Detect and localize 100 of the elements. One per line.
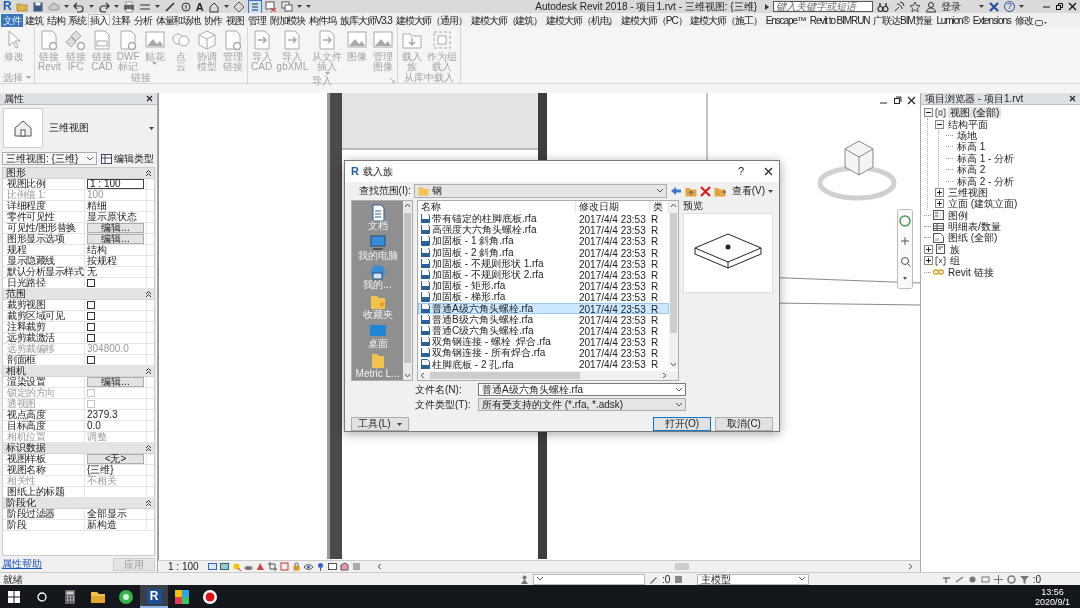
- ribbon-tab[interactable]: 附加模块: [267, 14, 308, 27]
- drag-icon[interactable]: [993, 574, 1003, 584]
- caret-icon[interactable]: [768, 189, 773, 193]
- ribbon-tab[interactable]: 构件坞: [307, 14, 338, 27]
- detail-level-icon[interactable]: [207, 562, 217, 571]
- tree-item[interactable]: 图例: [946, 209, 970, 221]
- ribbon-tab[interactable]: 建模大师（机电）: [544, 14, 620, 27]
- ribbon-tab[interactable]: 建筑: [22, 14, 45, 27]
- close-icon[interactable]: [1068, 2, 1077, 11]
- sign-in-link[interactable]: 登录: [941, 0, 961, 13]
- tree-item[interactable]: 立面 (建筑立面): [946, 198, 1020, 210]
- house-icon[interactable]: [207, 0, 220, 13]
- ribbon-tab[interactable]: 结构: [44, 14, 67, 27]
- expander-icon[interactable]: [935, 119, 944, 129]
- switch-windows-icon[interactable]: [280, 0, 293, 13]
- ribbon-tab[interactable]: 修改: [1012, 14, 1035, 27]
- tree-item[interactable]: 结构平面: [946, 118, 990, 130]
- tree-item[interactable]: 图纸 (全部): [946, 232, 1000, 244]
- tools-button[interactable]: 工具(L): [351, 417, 409, 431]
- close-icon[interactable]: [1069, 95, 1076, 102]
- file-row[interactable]: 加固板 - 2 斜角.rfa 2017/4/4 23:53 R: [418, 246, 669, 258]
- sun-path-icon[interactable]: [231, 562, 241, 571]
- caret-icon[interactable]: [154, 5, 160, 8]
- ribbon-tab[interactable]: 插入: [88, 14, 111, 27]
- close-windows-icon[interactable]: [264, 0, 277, 13]
- tree-item[interactable]: 视图 (全部): [948, 107, 1002, 119]
- ribbon-tab[interactable]: Revit to BIMRUN: [807, 14, 872, 27]
- ribbon-tab[interactable]: 分析: [131, 14, 154, 27]
- tree-item[interactable]: 场地: [955, 129, 979, 141]
- look-in-dropdown[interactable]: 钢: [413, 184, 667, 198]
- star-icon[interactable]: [909, 0, 921, 13]
- checkbox[interactable]: [87, 323, 95, 331]
- file-row[interactable]: 高强度大六角头螺栓.rfa 2017/4/4 23:53 R: [418, 224, 669, 236]
- caret-icon[interactable]: [979, 5, 984, 8]
- checkbox[interactable]: [87, 279, 95, 287]
- pinned-icon[interactable]: [967, 574, 977, 584]
- group-header[interactable]: 相机: [3, 366, 154, 377]
- value-field[interactable]: 1 : 100: [87, 179, 144, 189]
- ribbon-tab[interactable]: Enscape™: [763, 14, 808, 27]
- ribbon-tab[interactable]: 管理: [245, 14, 268, 27]
- text-tool-button[interactable]: A: [195, 0, 204, 13]
- crop-region-icon[interactable]: [279, 562, 289, 571]
- tree-item[interactable]: 标高 1: [955, 141, 988, 153]
- checkbox[interactable]: [87, 356, 95, 364]
- edit-button[interactable]: 编辑...: [87, 223, 144, 233]
- file-type-dropdown[interactable]: 所有受支持的文件 (*.rfa, *.adsk): [478, 398, 686, 411]
- worksets-icon[interactable]: [520, 574, 529, 584]
- ribbon-tab[interactable]: 文件: [1, 14, 23, 27]
- expander-icon[interactable]: [924, 256, 933, 266]
- crop-icon[interactable]: [267, 562, 277, 571]
- file-row[interactable]: 普通A级六角头螺栓.rfa 2017/4/4 23:53 R: [418, 302, 669, 314]
- ribbon-tab[interactable]: 协作: [202, 14, 224, 27]
- help-button[interactable]: ?: [737, 165, 744, 178]
- close-icon[interactable]: [764, 167, 773, 176]
- ribbon-tab[interactable]: 注释: [110, 14, 132, 27]
- measure-icon[interactable]: [163, 0, 176, 13]
- view-scale[interactable]: 1 : 100: [168, 560, 199, 572]
- file-row[interactable]: 带有锚定的柱脚底板.rfa 2017/4/4 23:53 R: [418, 213, 669, 225]
- checkbox[interactable]: [87, 312, 95, 320]
- clock-time[interactable]: 13:56: [1041, 586, 1064, 597]
- edit-button[interactable]: 编辑...: [87, 377, 144, 387]
- visual-style-icon[interactable]: [219, 562, 229, 571]
- column-header[interactable]: 修改日期: [576, 201, 650, 213]
- restore-icon[interactable]: [1055, 2, 1064, 11]
- ribbon-tab[interactable]: 建模大师（建筑）: [468, 14, 545, 27]
- caret-icon[interactable]: [113, 5, 119, 8]
- restore-icon[interactable]: [893, 96, 902, 105]
- checkbox[interactable]: [87, 334, 95, 342]
- tree-item[interactable]: Revit 链接: [946, 266, 996, 278]
- file-row[interactable]: 双角钢连接 - 螺栓_焊合.rfa 2017/4/4 23:53 R: [418, 336, 669, 348]
- clock-date[interactable]: 2020/9/1: [1034, 596, 1070, 607]
- group-header[interactable]: 图形: [3, 168, 154, 179]
- ribbon-tab[interactable]: 体量和场地: [153, 14, 203, 27]
- ribbon-tab[interactable]: 族库大师V3.3: [337, 14, 394, 27]
- group-header[interactable]: 范围: [3, 289, 154, 300]
- ribbon-tab[interactable]: Lumion®: [934, 14, 971, 27]
- ribbon-tab[interactable]: Extensions: [970, 14, 1013, 27]
- edit-button[interactable]: 编辑...: [87, 234, 144, 244]
- file-row[interactable]: 加固板 - 梯形.rfa 2017/4/4 23:53 R: [418, 291, 669, 303]
- ribbon-tab[interactable]: 建模大师（施工）: [688, 14, 764, 27]
- ribbon-tab[interactable]: 建模大师（通用）: [393, 14, 469, 27]
- user-icon[interactable]: [925, 0, 937, 13]
- tree-item[interactable]: 标高 2 - 分析: [955, 175, 1017, 187]
- ribbon-tab[interactable]: 视图: [224, 14, 246, 27]
- select-face-icon[interactable]: [980, 574, 990, 584]
- tree-item[interactable]: 标高 2: [955, 164, 988, 176]
- navigation-bar[interactable]: [897, 209, 913, 289]
- exchange-icon[interactable]: [988, 0, 1000, 13]
- diamond-icon[interactable]: [232, 0, 245, 13]
- taskbar-app[interactable]: R: [140, 585, 168, 608]
- tag-icon[interactable]: [179, 0, 192, 13]
- delete-icon[interactable]: [699, 185, 711, 197]
- redo-icon[interactable]: [97, 0, 110, 13]
- underlay-icon[interactable]: [954, 574, 964, 584]
- links-icon[interactable]: [941, 574, 951, 584]
- group-header[interactable]: 阶段化: [3, 498, 154, 509]
- caret-icon[interactable]: [88, 5, 94, 8]
- back-icon[interactable]: [669, 186, 682, 196]
- expand-icon[interactable]: [765, 3, 769, 10]
- group-header[interactable]: 标识数据: [3, 443, 154, 454]
